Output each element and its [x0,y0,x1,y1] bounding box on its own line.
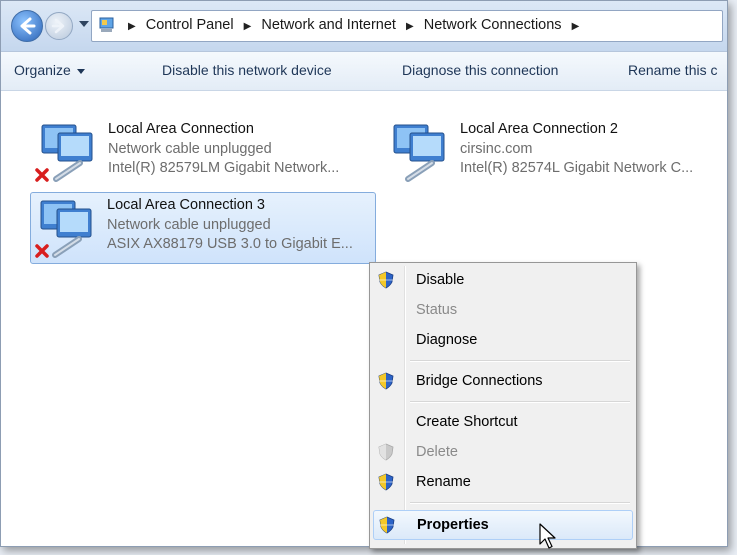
red-x-icon [35,244,49,258]
menu-item-label: Delete [416,444,458,460]
connection-device: Intel(R) 82579LM Gigabit Network... [108,160,340,176]
menu-item-disable[interactable]: Disable [373,266,631,294]
organize-button[interactable]: Organize [14,62,85,78]
menu-item-bridge-connections[interactable]: Bridge Connections [373,367,631,395]
back-arrow-icon [20,17,36,35]
menu-separator [410,360,630,362]
menu-separator [410,502,630,504]
breadcrumb-chevron-icon[interactable]: ▶ [572,21,580,32]
chevron-down-icon [76,68,85,74]
menu-separator [410,401,630,403]
connection-item[interactable]: Local Area Connection Network cable unpl… [32,117,376,187]
breadcrumb-chevron-icon[interactable]: ▶ [406,21,414,32]
connection-status: Network cable unplugged [108,141,272,157]
breadcrumb-chevron-icon[interactable]: ▶ [244,21,252,32]
forward-button[interactable] [45,12,73,40]
connection-item-selected[interactable]: Local Area Connection 3 Network cable un… [30,192,376,264]
diagnose-connection-button[interactable]: Diagnose this connection [402,62,558,78]
menu-item-label: Diagnose [416,332,478,348]
breadcrumb-chevron-icon[interactable]: ▶ [128,21,136,32]
connection-status: Network cable unplugged [107,217,271,233]
address-field[interactable]: ▶ Control Panel ▶ Network and Internet ▶… [91,10,723,42]
mouse-pointer-icon [539,523,556,549]
menu-item-label: Status [416,302,458,318]
uac-shield-icon [379,516,395,534]
connection-name: Local Area Connection 3 [107,197,265,213]
organize-label: Organize [14,62,71,78]
uac-shield-icon [378,443,394,461]
connection-device: Intel(R) 82574L Gigabit Network C... [460,160,694,176]
connection-name: Local Area Connection [108,121,254,137]
recent-pages-dropdown[interactable] [79,21,89,27]
menu-item-label: Bridge Connections [416,373,543,389]
context-menu: Disable Status Diagnose Bridge Connectio… [369,262,637,549]
address-bar-area: ▶ Control Panel ▶ Network and Internet ▶… [1,1,727,52]
connection-name: Local Area Connection 2 [460,121,618,137]
connection-device: ASIX AX88179 USB 3.0 to Gigabit E... [107,236,353,252]
menu-item-properties[interactable]: Properties [373,510,633,540]
red-x-icon [35,168,49,182]
menu-item-label: Properties [417,517,489,533]
breadcrumb-network-internet[interactable]: Network and Internet [261,17,396,33]
uac-shield-icon [378,473,394,491]
connection-item[interactable]: Local Area Connection 2 cirsinc.com Inte… [384,117,727,187]
uac-shield-icon [378,372,394,390]
menu-item-status[interactable]: Status [373,296,631,324]
menu-item-label: Rename [416,474,471,490]
breadcrumb: ▶ Control Panel ▶ Network and Internet ▶… [122,17,585,33]
menu-item-label: Disable [416,272,465,288]
menu-item-label: Create Shortcut [416,414,518,430]
menu-item-rename[interactable]: Rename [373,468,631,496]
connection-status: cirsinc.com [460,141,533,157]
menu-item-create-shortcut[interactable]: Create Shortcut [373,408,631,436]
menu-item-delete[interactable]: Delete [373,438,631,466]
menu-item-diagnose[interactable]: Diagnose [373,326,631,354]
back-button[interactable] [11,10,43,42]
disable-device-button[interactable]: Disable this network device [162,62,332,78]
forward-arrow-icon [51,18,65,34]
uac-shield-icon [378,271,394,289]
network-adapter-icon [393,124,445,182]
breadcrumb-control-panel[interactable]: Control Panel [146,17,234,33]
rename-connection-button[interactable]: Rename this c [628,62,717,78]
command-toolbar: Organize Disable this network device Dia… [1,52,727,91]
control-panel-icon [99,17,114,32]
breadcrumb-network-connections[interactable]: Network Connections [424,17,562,33]
